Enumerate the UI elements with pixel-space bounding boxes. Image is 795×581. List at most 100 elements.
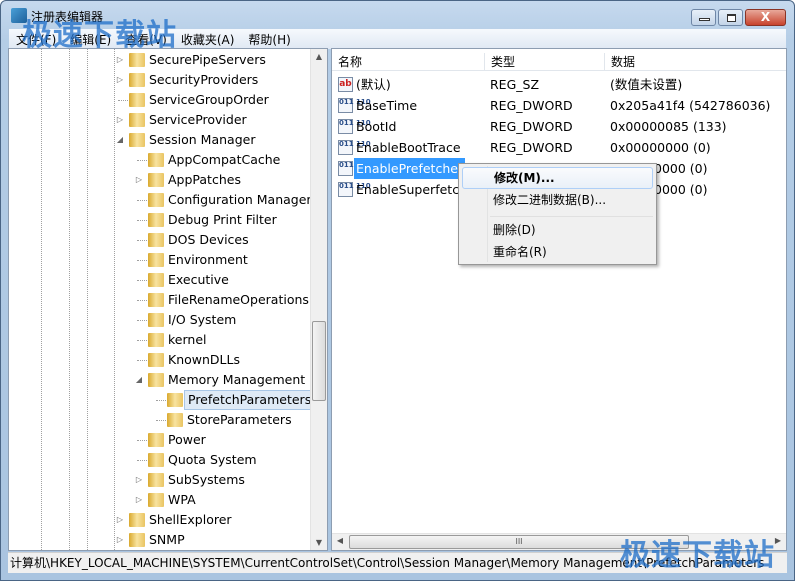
expand-arrow-icon[interactable]: ▷ (134, 170, 144, 190)
collapse-arrow-icon[interactable]: ◢ (115, 130, 125, 150)
tree-item[interactable]: ▷ AppPatches (9, 170, 309, 190)
tree-item-label: WPA (168, 492, 196, 507)
tree-item[interactable]: Executive (9, 270, 309, 290)
column-header-data[interactable]: 数据 (604, 53, 786, 71)
value-name: EnableBootTrace (356, 140, 461, 155)
tree-vertical-scrollbar[interactable]: ▲ ▼ (310, 49, 327, 550)
list-row[interactable]: 011 110 EnableBootTrace REG_DWORD 0x0000… (332, 137, 786, 158)
tree-item-label: Quota System (168, 452, 257, 467)
tree-item[interactable]: PrefetchParameters (9, 390, 316, 410)
tree-item[interactable]: ◢ Memory Management (9, 370, 309, 390)
expand-arrow-icon[interactable]: ▷ (115, 110, 125, 130)
context-menu-rename[interactable]: 重命名(R) (462, 241, 653, 263)
scroll-down-arrow-icon[interactable]: ▼ (311, 538, 327, 547)
tree-item-label: PrefetchParameters (184, 390, 316, 410)
value-type: REG_DWORD (490, 98, 573, 113)
tree-scroll-thumb[interactable] (312, 321, 326, 401)
folder-icon (148, 333, 164, 347)
folder-icon (148, 373, 164, 387)
value-data: 0000 (0) (654, 161, 708, 176)
folder-icon (167, 393, 183, 407)
value-type: REG_SZ (490, 77, 540, 92)
tree-item[interactable]: ▷ WPA (9, 490, 309, 510)
tree-item[interactable]: ▷ ServiceProvider (9, 110, 309, 130)
tree-item[interactable]: Configuration Manager (9, 190, 312, 210)
tree-connector (137, 220, 147, 221)
folder-icon (148, 253, 164, 267)
expand-arrow-icon[interactable]: ▷ (115, 510, 125, 530)
folder-icon (148, 273, 164, 287)
collapse-arrow-icon[interactable]: ◢ (134, 370, 144, 390)
list-row[interactable]: 011 110 BootId REG_DWORD 0x00000085 (133… (332, 116, 786, 137)
column-header-type[interactable]: 类型 (484, 53, 604, 71)
expand-arrow-icon[interactable]: ▷ (115, 530, 125, 550)
tree-item-label: ShellExplorer (149, 512, 232, 527)
binary-value-icon: 011 110 (338, 161, 371, 176)
tree-connector (137, 160, 147, 161)
expand-arrow-icon[interactable]: ▷ (115, 70, 125, 90)
folder-icon (148, 153, 164, 167)
tree-connector (137, 460, 147, 461)
menu-help[interactable]: 帮助(H) (241, 31, 297, 48)
context-menu-modify-binary[interactable]: 修改二进制数据(B)... (462, 189, 653, 211)
tree-connector (137, 280, 147, 281)
folder-icon (129, 53, 145, 67)
tree-item[interactable]: ServiceGroupOrder (9, 90, 309, 110)
value-data: 0x00000000 (0) (610, 140, 711, 155)
binary-value-icon: 011 110 (338, 182, 371, 197)
tree-item[interactable]: Debug Print Filter (9, 210, 309, 230)
value-name: (默认) (356, 77, 391, 92)
tree-item-label: Session Manager (149, 132, 256, 147)
folder-icon (129, 93, 145, 107)
menu-favorites[interactable]: 收藏夹(A) (174, 31, 242, 48)
tree-item-label: I/O System (168, 312, 237, 327)
registry-tree: ▷ SecurePipeServers ▷ SecurityProviders Serv… (8, 48, 328, 551)
context-menu-modify[interactable]: 修改(M)... (462, 167, 653, 189)
scroll-left-arrow-icon[interactable]: ◀ (332, 536, 348, 545)
tree-item[interactable]: Power (9, 430, 309, 450)
binary-value-icon: 011 110 (338, 98, 371, 113)
tree-item[interactable]: ◢ Session Manager (9, 130, 309, 150)
tree-item[interactable]: FileRenameOperations (9, 290, 309, 310)
minimize-icon (699, 18, 710, 21)
tree-item[interactable]: kernel (9, 330, 309, 350)
tree-item[interactable]: ▷ ShellExplorer (9, 510, 309, 530)
tree-connector (156, 420, 166, 421)
tree-item[interactable]: DOS Devices (9, 230, 309, 250)
folder-icon (129, 113, 145, 127)
tree-item[interactable]: Quota System (9, 450, 309, 470)
tree-item-label: kernel (168, 332, 207, 347)
tree-item-label: Debug Print Filter (168, 212, 277, 227)
tree-item[interactable]: KnownDLLs (9, 350, 309, 370)
tree-item[interactable]: ▷ SubSystems (9, 470, 309, 490)
tree-item-label: AppPatches (168, 172, 241, 187)
tree-item[interactable]: ▷ SecurityProviders (9, 70, 309, 90)
folder-icon (148, 493, 164, 507)
list-header: 名称 类型 数据 (332, 49, 786, 71)
expand-arrow-icon[interactable]: ▷ (134, 470, 144, 490)
expand-arrow-icon[interactable]: ▷ (134, 490, 144, 510)
tree-connector (137, 240, 147, 241)
minimize-button[interactable] (691, 9, 716, 26)
tree-item[interactable]: StoreParameters (9, 410, 309, 430)
scroll-up-arrow-icon[interactable]: ▲ (311, 52, 327, 61)
context-menu-delete[interactable]: 删除(D) (462, 219, 653, 241)
tree-item-label: ServiceGroupOrder (149, 92, 269, 107)
column-header-name[interactable]: 名称 (332, 53, 484, 71)
value-type: REG_DWORD (490, 119, 573, 134)
tree-item[interactable]: I/O System (9, 310, 309, 330)
tree-item[interactable]: AppCompatCache (9, 150, 309, 170)
tree-item[interactable]: Environment (9, 250, 309, 270)
maximize-button[interactable] (718, 9, 743, 26)
value-name: EnablePrefetcher (354, 158, 466, 179)
string-value-icon: ab (338, 77, 353, 92)
tree-item-label: Power (168, 432, 206, 447)
close-button[interactable]: X (745, 9, 786, 26)
tree-item[interactable]: ▷ SNMP (9, 530, 309, 550)
list-row[interactable]: 011 110 BaseTime REG_DWORD 0x205a41f4 (5… (332, 95, 786, 116)
tree-item-label: ServiceProvider (149, 112, 247, 127)
tree-item-label: AppCompatCache (168, 152, 281, 167)
watermark-top: 极速下载站 (22, 18, 177, 53)
tree-item-label: Executive (168, 272, 229, 287)
list-row[interactable]: ab (默认) REG_SZ (数值未设置) (332, 74, 786, 95)
